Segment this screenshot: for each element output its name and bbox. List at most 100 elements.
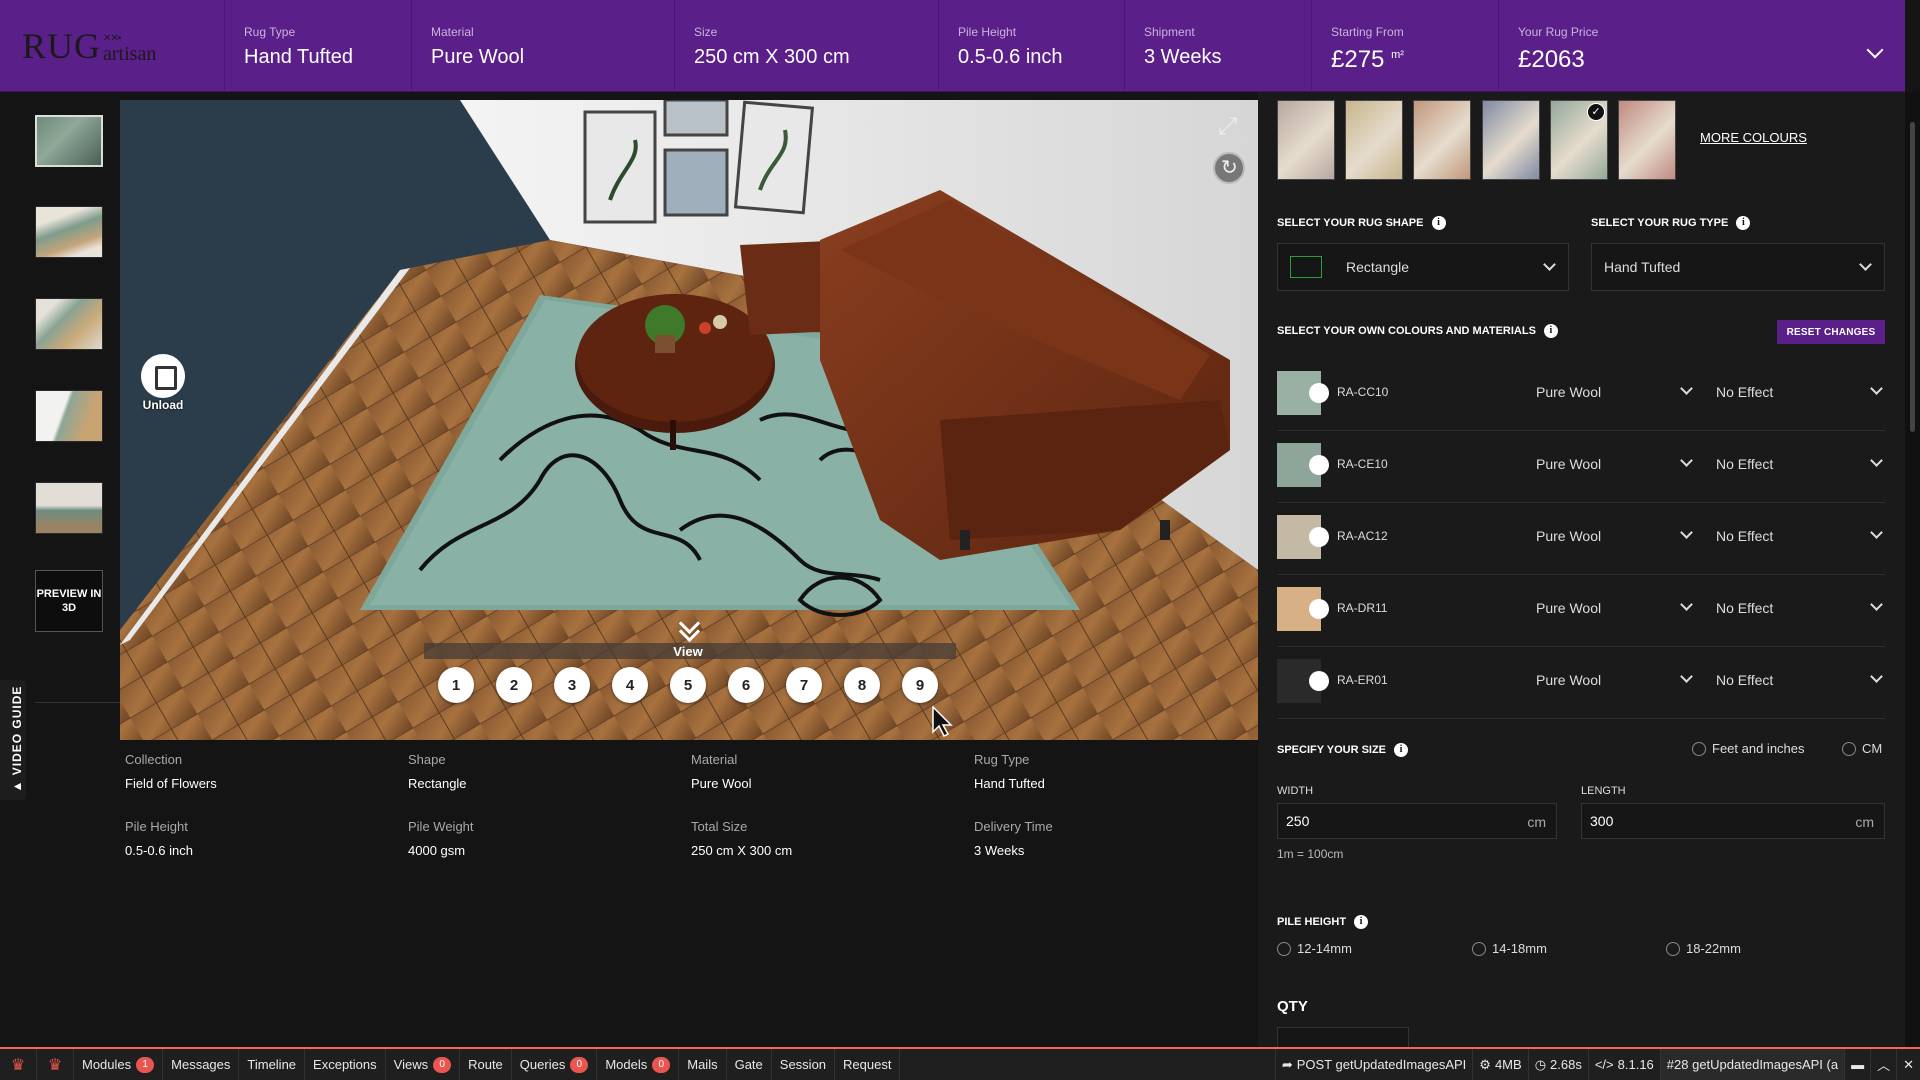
width-field[interactable]: cm [1277,803,1557,839]
chevron-down-icon[interactable] [1870,526,1883,539]
quantity-stepper[interactable] [1277,1027,1409,1047]
toggle-dot-icon [1309,599,1329,619]
colour-swatch-6[interactable] [1618,100,1676,180]
info-icon[interactable]: i [1354,915,1369,929]
colour-swatch-5-selected[interactable] [1550,100,1608,180]
effect-select[interactable]: No Effect [1716,456,1773,472]
colour-swatch-2[interactable] [1345,100,1403,180]
debug-tab-request[interactable]: Request [835,1049,901,1080]
rotate-icon[interactable] [1213,152,1245,184]
debug-tab-mails[interactable]: Mails [679,1049,727,1080]
length-input[interactable] [1582,804,1884,838]
fullscreen-icon[interactable] [1212,110,1246,144]
debug-tab-modules[interactable]: Modules 1 [74,1049,164,1080]
debug-tab-queries[interactable]: Queries 0 [512,1049,598,1080]
rug-artisan-logo[interactable]: RUG ✕✕▪ artisan [0,0,225,92]
debug-tab-models[interactable]: Models 0 [597,1049,680,1080]
view-button-4[interactable]: 4 [612,667,648,703]
colour-chip[interactable] [1277,443,1329,487]
debug-tab-messages[interactable]: Messages [163,1049,240,1080]
info-icon[interactable]: i [1394,743,1409,757]
debugbar-laravel-icon[interactable]: ♛ [37,1049,74,1080]
debug-tab-timeline[interactable]: Timeline [239,1049,306,1080]
video-guide-tab[interactable]: ▲ VIDEO GUIDE [0,680,26,800]
rug-shape-select[interactable]: Rectangle [1277,243,1569,291]
debug-tab-views[interactable]: Views 0 [386,1049,461,1080]
debug-memory: ⚙ 4MB [1472,1049,1527,1080]
debug-tab-route[interactable]: Route [460,1049,512,1080]
unit-option-feet-inches[interactable]: Feet and inches [1692,741,1805,756]
summary-shipment: Shipment 3 Weeks [1125,0,1312,92]
detail-rug-type: Rug Type Hand Tufted [974,752,1045,791]
chevron-down-icon[interactable] [1680,382,1693,395]
colour-chip[interactable] [1277,371,1329,415]
chevron-down-icon[interactable] [1870,382,1883,395]
colour-chip[interactable] [1277,587,1329,631]
pile-option-14-18[interactable]: 14-18mm [1472,941,1547,956]
thumbnail-room-scene[interactable] [35,482,103,534]
thumbnail-rug-top[interactable] [35,115,103,167]
close-icon[interactable]: ✕ [1896,1049,1920,1080]
chevron-down-icon[interactable] [1680,526,1693,539]
pile-option-12-14[interactable]: 12-14mm [1277,941,1352,956]
view-button-2[interactable]: 2 [496,667,532,703]
summary-size: Size 250 cm X 300 cm [675,0,939,92]
debug-request-select[interactable]: #28 getUpdatedImagesAPI (a [1659,1049,1845,1080]
info-icon[interactable]: i [1543,324,1558,338]
detail-material: Material Pure Wool [691,752,752,791]
chevron-down-icon[interactable] [1680,454,1693,467]
material-select[interactable]: Pure Wool [1536,600,1601,616]
debug-tab-gate[interactable]: Gate [727,1049,772,1080]
view-button-8[interactable]: 8 [844,667,880,703]
pile-option-18-22[interactable]: 18-22mm [1666,941,1741,956]
view-button-9[interactable]: 9 [902,667,938,703]
page-scrollbar[interactable] [1905,92,1920,1047]
colour-chip[interactable] [1277,515,1329,559]
rug-type-select[interactable]: Hand Tufted [1591,243,1885,291]
material-select[interactable]: Pure Wool [1536,528,1601,544]
effect-select[interactable]: No Effect [1716,600,1773,616]
debug-request[interactable]: ➦ POST getUpdatedImagesAPI [1274,1049,1472,1080]
material-select[interactable]: Pure Wool [1536,384,1601,400]
chevron-up-icon[interactable]: ︿ [1870,1049,1896,1080]
material-select[interactable]: Pure Wool [1536,672,1601,688]
unit-option-cm[interactable]: CM [1842,741,1882,756]
chevron-down-icon[interactable] [1870,454,1883,467]
material-select[interactable]: Pure Wool [1536,456,1601,472]
effect-select[interactable]: No Effect [1716,384,1773,400]
effect-select[interactable]: No Effect [1716,672,1773,688]
thumbnail-rug-corner[interactable] [35,298,103,350]
colour-swatch-1[interactable] [1277,100,1335,180]
view-button-7[interactable]: 7 [786,667,822,703]
effect-select[interactable]: No Effect [1716,528,1773,544]
chevron-down-icon[interactable] [677,616,699,640]
view-button-1[interactable]: 1 [438,667,474,703]
view-button-3[interactable]: 3 [554,667,590,703]
more-colours-link[interactable]: MORE COLOURS [1700,130,1807,145]
debug-tab-exceptions[interactable]: Exceptions [305,1049,386,1080]
scrollbar-thumb[interactable] [1910,122,1915,432]
folder-icon[interactable]: ▬ [1844,1049,1870,1080]
thumbnail-rug-fold[interactable] [35,390,103,442]
debugbar-logo-icon[interactable]: ♛ [0,1049,37,1080]
view-button-5[interactable]: 5 [670,667,706,703]
reset-changes-button[interactable]: RESET CHANGES [1777,320,1885,344]
chevron-down-icon[interactable] [1866,41,1884,59]
info-icon[interactable]: i [1736,216,1751,230]
unload-button[interactable]: Unload [140,354,186,416]
info-icon[interactable]: i [1431,216,1446,230]
chevron-down-icon[interactable] [1870,670,1883,683]
width-input[interactable] [1278,804,1556,838]
chevron-down-icon[interactable] [1870,598,1883,611]
preview-3d-button[interactable]: PREVIEW IN 3D [35,570,103,632]
colour-swatch-3[interactable] [1413,100,1471,180]
chevron-down-icon[interactable] [1680,598,1693,611]
colour-chip[interactable] [1277,659,1329,703]
chevron-down-icon[interactable] [1680,670,1693,683]
thumbnail-rug-angle[interactable] [35,206,103,258]
colour-swatch-4[interactable] [1482,100,1540,180]
debug-tab-session[interactable]: Session [772,1049,836,1080]
length-field[interactable]: cm [1581,803,1885,839]
colour-row: RA-CC10 Pure Wool No Effect [1277,359,1885,431]
view-button-6[interactable]: 6 [728,667,764,703]
